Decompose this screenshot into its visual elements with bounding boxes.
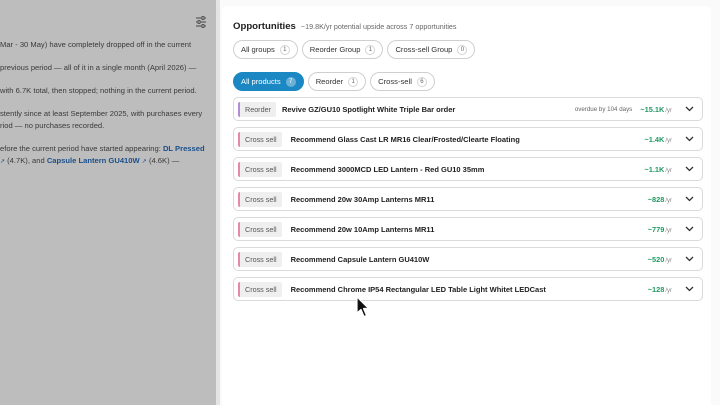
opportunity-value: ~828/yr (648, 195, 672, 204)
mouse-cursor-icon (356, 296, 370, 318)
chevron-down-icon[interactable] (682, 252, 696, 266)
group-filter-label: Reorder Group (309, 45, 361, 54)
tab-label: All products (241, 77, 281, 86)
opportunity-value: ~128/yr (648, 285, 672, 294)
group-filter-label: All groups (241, 45, 275, 54)
opportunities-card: Opportunities ~19.8K/yr potential upside… (222, 6, 711, 405)
type-badge: Cross sell (238, 191, 282, 207)
overdue-note: overdue by 104 days (574, 105, 633, 113)
value-amount: ~828 (647, 194, 665, 204)
page-title: Opportunities (233, 21, 296, 32)
opportunity-value: ~779/yr (648, 225, 672, 234)
chevron-down-icon[interactable] (682, 162, 696, 176)
type-badge: Cross sell (238, 221, 282, 237)
insight-line: stently since at least September 2025, w… (0, 109, 203, 118)
insight-paragraph: stently since at least September 2025, w… (0, 108, 214, 132)
opportunity-title: Recommend Chrome IP54 Rectangular LED Ta… (290, 284, 546, 294)
insight-line: Mar - 30 May) have completely dropped of… (0, 40, 192, 49)
type-badge: Cross sell (238, 131, 282, 147)
product-link-dl-pressed[interactable]: DL Pressed (163, 144, 205, 153)
value-unit: /yr (665, 197, 672, 204)
type-badge: Cross sell (238, 281, 282, 297)
group-filter-all[interactable]: All groups 1 (233, 40, 298, 59)
value-amount: ~779 (647, 224, 665, 234)
insight-line: efore the current period have started ap… (0, 144, 163, 153)
chevron-down-icon[interactable] (682, 102, 696, 116)
tab-count: 7 (285, 76, 296, 87)
sliders-icon[interactable] (194, 15, 208, 29)
opportunity-title: Recommend 20w 10Amp Lanterns MR11 (290, 224, 435, 234)
insight-paragraph: previous period — all of it in a single … (0, 62, 214, 74)
value-unit: /yr (665, 107, 672, 114)
opportunity-row[interactable]: Cross sell Recommend Chrome IP54 Rectang… (233, 277, 703, 301)
type-badge: Cross sell (238, 161, 282, 177)
opportunity-row[interactable]: Cross sell Recommend Capsule Lantern GU4… (233, 247, 703, 271)
value-unit: /yr (665, 287, 672, 294)
left-panel: Mar - 30 May) have completely dropped of… (0, 0, 216, 405)
insight-paragraph: efore the current period have started ap… (0, 143, 214, 168)
value-amount: ~1.4K (644, 134, 665, 144)
chevron-down-icon[interactable] (682, 132, 696, 146)
group-filter-label: Cross-sell Group (395, 45, 453, 54)
opportunities-header: Opportunities ~19.8K/yr potential upside… (233, 21, 457, 32)
chevron-down-icon[interactable] (682, 192, 696, 206)
insight-line: previous period — all of it in a single … (0, 63, 197, 72)
tab-all-products[interactable]: All products 7 (233, 72, 304, 91)
value-amount: ~520 (647, 254, 665, 264)
value-amount: ~128 (647, 284, 665, 294)
insight-line: (4.7K), and (5, 156, 47, 165)
chevron-down-icon[interactable] (682, 282, 696, 296)
opportunity-row[interactable]: Reorder Revive GZ/GU10 Spotlight White T… (233, 97, 703, 121)
group-filter-cross-sell[interactable]: Cross-sell Group 0 (387, 40, 476, 59)
insight-line: (4.6K) — (146, 156, 180, 165)
opportunity-value: ~1.1K/yr (644, 165, 672, 174)
value-amount: ~1.1K (644, 164, 665, 174)
value-unit: /yr (665, 257, 672, 264)
group-filter-count: 1 (365, 44, 376, 55)
opportunity-row[interactable]: Cross sell Recommend Glass Cast LR MR16 … (233, 127, 703, 151)
product-tab-bar: All products 7 Reorder 1 Cross-sell 6 (233, 72, 435, 91)
opportunity-value: ~1.4K/yr (644, 135, 672, 144)
type-badge: Cross sell (238, 251, 282, 267)
opportunities-panel: Opportunities ~19.8K/yr potential upside… (220, 0, 720, 405)
group-filter-bar: All groups 1 Reorder Group 1 Cross-sell … (233, 40, 476, 59)
opportunity-title: Recommend 3000MCD LED Lantern - Red GU10… (290, 164, 485, 174)
product-link-capsule-lantern[interactable]: Capsule Lantern GU410W (47, 156, 140, 165)
group-filter-count: 1 (279, 44, 290, 55)
page-subtitle: ~19.8K/yr potential upside across 7 oppo… (300, 22, 457, 31)
tab-count: 6 (416, 76, 427, 87)
opportunity-title: Recommend Glass Cast LR MR16 Clear/Frost… (290, 134, 520, 144)
value-unit: /yr (665, 137, 672, 144)
type-badge: Reorder (238, 101, 276, 117)
opportunity-value: ~520/yr (648, 255, 672, 264)
opportunity-row[interactable]: Cross sell Recommend 3000MCD LED Lantern… (233, 157, 703, 181)
tab-cross-sell[interactable]: Cross-sell 6 (370, 72, 435, 91)
opportunity-row[interactable]: Cross sell Recommend 20w 30Amp Lanterns … (233, 187, 703, 211)
insight-line: riod — no purchases recorded. (0, 121, 105, 130)
insight-text: Mar - 30 May) have completely dropped of… (0, 39, 214, 179)
value-unit: /yr (665, 167, 672, 174)
opportunity-title: Revive GZ/GU10 Spotlight White Triple Ba… (281, 104, 456, 114)
insight-paragraph: Mar - 30 May) have completely dropped of… (0, 39, 214, 51)
group-filter-reorder[interactable]: Reorder Group 1 (301, 40, 384, 59)
group-filter-count: 0 (457, 44, 468, 55)
insight-line: with 6.7K total, then stopped; nothing i… (0, 86, 197, 95)
chevron-down-icon[interactable] (682, 222, 696, 236)
opportunity-row[interactable]: Cross sell Recommend 20w 10Amp Lanterns … (233, 217, 703, 241)
tab-reorder[interactable]: Reorder 1 (307, 72, 367, 91)
tab-label: Reorder (315, 77, 344, 86)
value-amount: ~15.1K (640, 104, 665, 114)
opportunity-value: ~15.1K/yr (640, 105, 672, 114)
opportunity-title: Recommend 20w 30Amp Lanterns MR11 (290, 194, 435, 204)
tab-count: 1 (348, 76, 359, 87)
tab-label: Cross-sell (378, 77, 412, 86)
opportunity-title: Recommend Capsule Lantern GU410W (290, 254, 430, 264)
insight-paragraph: with 6.7K total, then stopped; nothing i… (0, 85, 214, 97)
opportunity-list: Reorder Revive GZ/GU10 Spotlight White T… (233, 97, 703, 307)
value-unit: /yr (665, 227, 672, 234)
